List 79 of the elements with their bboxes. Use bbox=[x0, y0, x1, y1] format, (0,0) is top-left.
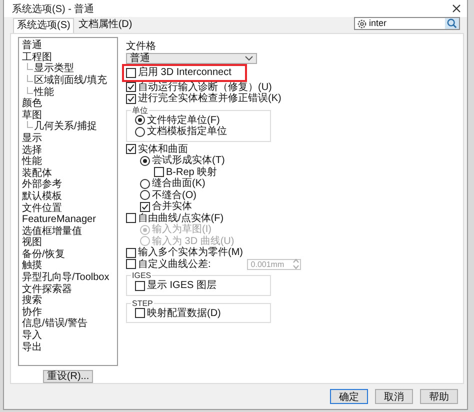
category-item[interactable]: 文件位置 bbox=[22, 202, 115, 214]
category-item[interactable]: 草图 bbox=[22, 110, 115, 122]
category-item[interactable]: 选值框增量值 bbox=[22, 226, 115, 238]
category-item[interactable]: 性能 bbox=[22, 156, 115, 168]
radio-button[interactable] bbox=[140, 178, 150, 189]
dialog-button[interactable]: 帮助 bbox=[420, 389, 458, 404]
radio-button[interactable] bbox=[140, 190, 150, 200]
gear-icon[interactable] bbox=[357, 18, 367, 29]
checkbox[interactable] bbox=[126, 248, 136, 258]
window-title: 系统选项(S) - 普通 bbox=[12, 2, 94, 16]
option-label: 文档模板指定单位 bbox=[147, 126, 227, 138]
category-item[interactable]: 触摸 bbox=[22, 260, 115, 272]
category-item[interactable]: 导入 bbox=[22, 330, 115, 342]
option-label: 自定义曲线公差: bbox=[138, 258, 211, 270]
search-icon[interactable] bbox=[445, 18, 459, 30]
dialog-button[interactable]: 取消 bbox=[375, 389, 413, 404]
option-label: B-Rep 映射 bbox=[166, 166, 218, 178]
search-field[interactable]: inter bbox=[354, 17, 460, 30]
file-format-dropdown[interactable]: 普通 bbox=[126, 53, 257, 64]
category-item[interactable]: 颜色 bbox=[22, 98, 115, 110]
checkbox[interactable] bbox=[140, 202, 150, 212]
option-label: 合并实体 bbox=[152, 201, 192, 212]
group-title: 单位 bbox=[131, 106, 148, 115]
caret-icon bbox=[245, 56, 253, 62]
category-item[interactable]: 区域剖面线/填充 bbox=[22, 74, 115, 87]
category-item[interactable]: 几何关系/捕捉 bbox=[22, 121, 115, 133]
category-item[interactable]: 搜索 bbox=[22, 295, 115, 307]
category-item[interactable]: 视图 bbox=[22, 237, 115, 249]
option-label: 尝试形成实体(T) bbox=[152, 155, 225, 166]
category-item[interactable]: 显示 bbox=[22, 132, 115, 145]
option-label: 进行完全实体检查并修正错误(K) bbox=[138, 93, 282, 104]
option-label: 缝合曲面(K) bbox=[152, 178, 206, 190]
category-item[interactable]: 性能 bbox=[22, 86, 115, 98]
category-item[interactable]: 备份/恢复 bbox=[22, 248, 115, 260]
category-item[interactable]: 导出 bbox=[22, 342, 115, 354]
file-format-label: 文件格 bbox=[126, 41, 156, 52]
radio-button[interactable] bbox=[135, 115, 145, 126]
category-item[interactable]: 选择 bbox=[22, 144, 115, 156]
reset-button[interactable]: 重设(R)... bbox=[43, 370, 93, 384]
checkbox[interactable] bbox=[126, 82, 136, 92]
category-item[interactable]: 文件探索器 bbox=[22, 284, 115, 296]
group-title: STEP bbox=[131, 298, 153, 308]
checkbox[interactable] bbox=[126, 213, 136, 224]
option-label: 不缝合(O) bbox=[152, 190, 196, 201]
category-item[interactable]: 普通 bbox=[22, 40, 115, 52]
close-icon[interactable] bbox=[452, 4, 461, 14]
group-title: IGES bbox=[131, 271, 152, 280]
option-label: 映射配置数据(D) bbox=[147, 308, 221, 319]
category-item[interactable]: 默认模板 bbox=[22, 190, 115, 202]
category-item[interactable]: 装配体 bbox=[22, 168, 115, 180]
option-label: 启用 3D Interconnect bbox=[138, 67, 232, 78]
option-label: 输入多个实体为零件(M) bbox=[138, 247, 243, 258]
checkbox[interactable] bbox=[126, 144, 136, 154]
tab[interactable]: 系统选项(S) bbox=[13, 18, 74, 34]
category-item[interactable]: 协作 bbox=[22, 306, 115, 318]
checkbox[interactable] bbox=[135, 308, 145, 318]
category-item[interactable]: 异型孔向导/Toolbox bbox=[22, 272, 115, 284]
search-text: inter bbox=[369, 18, 388, 30]
option-label: 实体和曲面 bbox=[138, 144, 188, 155]
checkbox[interactable] bbox=[126, 68, 136, 78]
option-label: 显示 IGES 图层 bbox=[147, 280, 216, 292]
tab[interactable]: 文档属性(D) bbox=[74, 18, 136, 32]
radio-button[interactable] bbox=[135, 126, 145, 137]
checkbox[interactable] bbox=[135, 280, 145, 291]
option-label: 自动运行输入诊断（修复）(U) bbox=[138, 82, 272, 93]
dialog-button[interactable]: 确定 bbox=[330, 389, 368, 404]
option-label: 文件特定单位(F) bbox=[147, 114, 220, 126]
option-label: 输入为 3D 曲线(U) bbox=[152, 236, 234, 247]
category-item[interactable]: 工程图 bbox=[22, 52, 115, 64]
radio-button[interactable] bbox=[140, 156, 150, 166]
category-item[interactable]: 信息/错误/警告 bbox=[22, 318, 115, 330]
checkbox[interactable] bbox=[154, 167, 164, 178]
checkbox[interactable] bbox=[126, 259, 136, 270]
option-label: 输入为草图(I) bbox=[152, 224, 212, 236]
category-item[interactable]: 外部参考 bbox=[22, 179, 115, 191]
category-item[interactable]: 显示类型 bbox=[22, 63, 115, 75]
option-label: 自由曲线/点实体(F) bbox=[138, 212, 224, 224]
category-item[interactable]: FeatureManager bbox=[22, 214, 115, 226]
checkbox[interactable] bbox=[126, 94, 136, 104]
